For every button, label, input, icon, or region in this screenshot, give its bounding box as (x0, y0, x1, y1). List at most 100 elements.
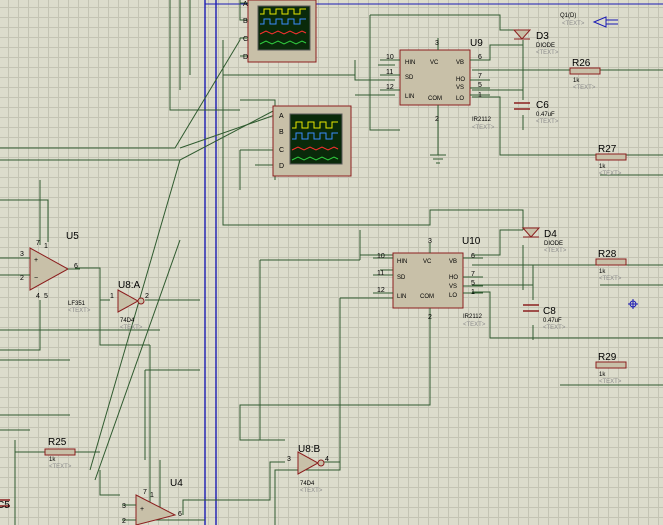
c5-ref: C5 (0, 500, 10, 511)
u9-pin-name: HO (456, 77, 465, 83)
u8a-ref: U8:A (118, 280, 141, 291)
crosshair-icon (628, 299, 638, 309)
opamp-u5[interactable]: + − U5 3 2 6 7 1 4 5 LF351 <TEXT> (20, 231, 91, 314)
u5-text: <TEXT> (68, 308, 91, 314)
c8-text: <TEXT> (543, 325, 566, 331)
r25-ref: R25 (48, 437, 67, 448)
u9-pin-bottom: 2 (435, 116, 439, 123)
u5-ref: U5 (66, 231, 79, 242)
r27-value: 1k (599, 164, 606, 170)
u9-pin-name: HIN (405, 60, 415, 66)
d4-part: DIODE (544, 241, 563, 247)
inverter-u8b[interactable]: U8:B 3 4 74D4 <TEXT> (287, 444, 329, 494)
u10-pin-num: 6 (471, 253, 475, 260)
resistor-r25[interactable]: R25 1k <TEXT> (44, 437, 76, 470)
u5-pin: 6 (74, 263, 78, 270)
u10-inner-label: VC (423, 259, 432, 265)
u4-pin: 3 (122, 503, 126, 510)
u9-pin-name: VB (456, 60, 464, 66)
r29-text: <TEXT> (599, 379, 622, 385)
u9-part: IR2112 (472, 117, 492, 123)
resistor-r28[interactable]: R28 1k <TEXT> (595, 249, 627, 282)
u10-inner-label: COM (420, 294, 434, 300)
ic-u10[interactable]: U10 3 2 10 11 12 HIN SD LIN VC COM VB HO… (373, 236, 486, 328)
u5-pin: 1 (44, 243, 48, 250)
u9-pin-num: 12 (386, 84, 394, 91)
resistor-r27[interactable]: R27 1k <TEXT> (595, 144, 627, 177)
ic-u9[interactable]: U9 3 2 10 11 12 HIN SD LIN VC COM VB HO … (380, 38, 495, 131)
u8a-part: 74D4 (120, 318, 135, 324)
u10-pin-name: LIN (397, 294, 406, 300)
r28-text: <TEXT> (599, 276, 622, 282)
u10-ref: U10 (462, 236, 481, 247)
u10-pin-num: 10 (377, 253, 385, 260)
u9-pin-num: 1 (478, 92, 482, 99)
scope1-pin-c: C (243, 36, 248, 43)
u5-pin: 3 (20, 251, 24, 258)
u4-pin: 7 (143, 489, 147, 496)
scope1-pin-b: B (243, 18, 248, 25)
oscilloscope-2[interactable]: A B C D (272, 105, 352, 177)
capacitor-c6[interactable]: C6 0.47uF <TEXT> (514, 100, 559, 125)
capacitor-c5[interactable]: C5 (0, 499, 10, 511)
u9-inner-label: COM (428, 96, 442, 102)
u4-pin: 6 (178, 511, 182, 518)
scope1-pin-d: D (243, 54, 248, 61)
u5-part: LF351 (68, 301, 86, 307)
u5-pin: 4 (36, 293, 40, 300)
u9-text: <TEXT> (472, 125, 495, 131)
u5-pin: 5 (44, 293, 48, 300)
oscilloscope-1[interactable]: A B C D (240, 0, 317, 63)
u4-pin: 1 (150, 492, 154, 499)
r28-value: 1k (599, 269, 606, 275)
resistor-r26[interactable]: R26 1k <TEXT> (569, 58, 601, 91)
d3-text: <TEXT> (536, 50, 559, 56)
u9-pin-top: 3 (435, 40, 439, 47)
u10-pin-num: 5 (471, 280, 475, 287)
d4-ref: D4 (544, 229, 557, 240)
u8a-text: <TEXT> (120, 325, 143, 331)
r26-text: <TEXT> (573, 85, 596, 91)
r29-ref: R29 (598, 352, 617, 363)
d4-text: <TEXT> (544, 248, 567, 254)
wires (0, 0, 663, 525)
voltage-probe[interactable]: Q1(D) <TEXT> (560, 13, 618, 28)
u10-pin-name: SD (397, 275, 406, 281)
resistor-r29[interactable]: R29 1k <TEXT> (595, 352, 627, 385)
u8b-ref: U8:B (298, 444, 321, 455)
r25-text: <TEXT> (49, 464, 72, 470)
u10-pin-num: 12 (377, 287, 385, 294)
r27-text: <TEXT> (599, 171, 622, 177)
u4-pin: 2 (122, 518, 126, 525)
u8b-text: <TEXT> (300, 488, 323, 494)
capacitor-c8[interactable]: C8 0.47uF <TEXT> (523, 304, 566, 331)
u10-pin-num: 11 (377, 270, 384, 277)
scope2-pin-d: D (279, 163, 284, 170)
u10-pin-num: 1 (471, 289, 475, 296)
c6-ref: C6 (536, 100, 549, 111)
r28-ref: R28 (598, 249, 617, 260)
u4-ref: U4 (170, 478, 183, 489)
diode-d3[interactable]: D3 DIODE <TEXT> (512, 29, 559, 56)
u10-pin-bottom: 2 (428, 314, 432, 321)
u10-text: <TEXT> (463, 322, 486, 328)
probe-ref: Q1(D) (560, 13, 576, 19)
u9-pin-num: 11 (386, 69, 393, 76)
svg-text:+: + (140, 506, 144, 513)
r27-ref: R27 (598, 144, 617, 155)
d3-part: DIODE (536, 43, 555, 49)
schematic-drawing: A B C D A B C D U9 3 2 10 11 12 HIN SD L… (0, 0, 663, 525)
u9-pin-name: SD (405, 75, 414, 81)
diode-d4[interactable]: D4 DIODE <TEXT> (521, 227, 567, 254)
u8b-part: 74D4 (300, 481, 315, 487)
ground-symbol (430, 154, 446, 164)
u9-ref: U9 (470, 38, 483, 49)
u9-pin-num: 10 (386, 54, 394, 61)
u5-pin: 7 (36, 240, 40, 247)
d3-ref: D3 (536, 31, 549, 42)
u9-pin-name: VS (456, 85, 464, 91)
r26-ref: R26 (572, 58, 591, 69)
u10-pin-name: HIN (397, 259, 407, 265)
scope2-pin-a: A (279, 113, 284, 120)
opamp-u4[interactable]: + U4 3 2 6 7 1 (122, 478, 183, 525)
